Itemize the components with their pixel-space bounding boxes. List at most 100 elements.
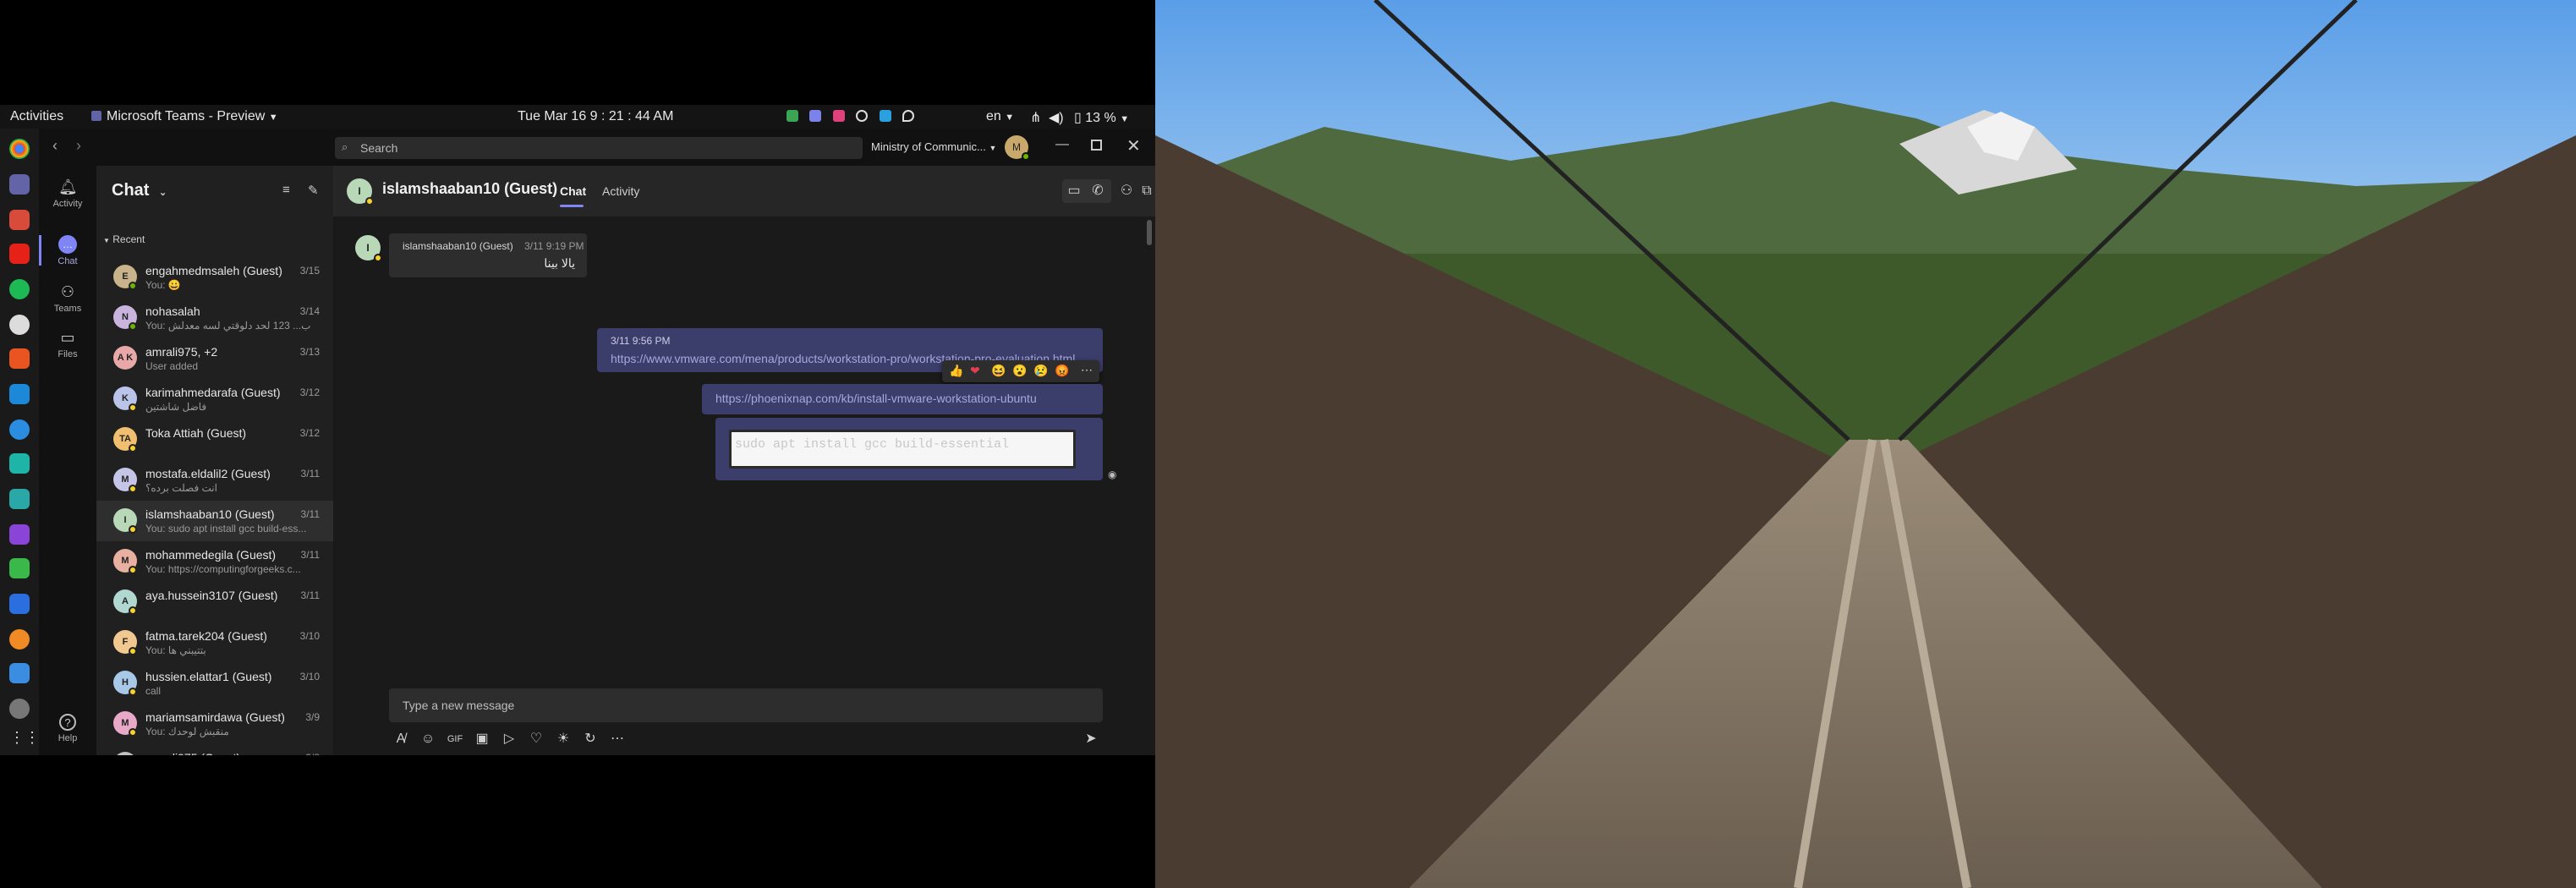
presence-dot <box>1022 152 1030 161</box>
outgoing-message-2[interactable]: https://phoenixnap.com/kb/install-vmware… <box>702 384 1103 414</box>
chat-list-item[interactable]: Kkarimahmedarafa (Guest) فاضل شاشتين 3/12 <box>96 379 333 419</box>
audio-call-icon[interactable]: ✆ <box>1086 179 1110 203</box>
slack-tray-icon[interactable] <box>832 110 845 122</box>
praise-icon[interactable]: ♡ <box>524 727 548 751</box>
format-icon[interactable]: A̸ <box>389 727 413 751</box>
chat-list-item[interactable]: Hhussien.elattar1 (Guest) call 3/10 <box>96 663 333 704</box>
chat-list-item[interactable]: Eengahmedmsaleh (Guest) You: 😀 3/15 <box>96 257 333 298</box>
activities-button[interactable]: Activities <box>10 109 63 124</box>
more-options-icon[interactable]: ⋯ <box>1081 363 1093 377</box>
spotify-icon[interactable] <box>9 279 30 299</box>
emoji-icon[interactable]: ☺ <box>416 727 440 751</box>
filter-icon[interactable]: ≡ <box>282 183 290 197</box>
search-input[interactable]: Search <box>360 141 397 155</box>
app-icon-grey[interactable] <box>9 699 30 719</box>
incoming-message[interactable]: islamshaaban10 (Guest) 3/11 9:19 PM يالا… <box>389 233 587 277</box>
chat-list-item[interactable]: Mmohammedegila (Guest) You: https://compu… <box>96 541 333 582</box>
steam-tray-icon[interactable] <box>902 110 915 122</box>
sticker-icon[interactable]: ▣ <box>470 727 494 751</box>
gif-icon[interactable]: GIF <box>443 727 467 751</box>
outgoing-code-message[interactable]: sudo apt install gcc build-essential <box>715 418 1103 480</box>
loop-icon[interactable]: ↻ <box>578 727 602 751</box>
chrome-icon[interactable] <box>9 139 30 159</box>
chevron-down-icon[interactable]: ⌄ <box>159 188 167 198</box>
app-icon-orange[interactable] <box>9 629 30 650</box>
more-actions-icon[interactable]: ⋯ <box>606 727 629 751</box>
chat-list-item[interactable]: Mmostafa.eldalil2 (Guest) انت فصلت برده؟ 3… <box>96 460 333 501</box>
rail-chat[interactable]: … Chat <box>39 235 96 266</box>
chat-list-item[interactable]: A K amrali975, +2 User added 3/13 <box>96 338 333 379</box>
app-menu[interactable]: Microsoft Teams - Preview ▼ <box>91 109 278 124</box>
shield-icon[interactable] <box>787 110 798 122</box>
maximize-icon[interactable] <box>1091 140 1102 151</box>
settings-tray-icon[interactable] <box>856 110 869 122</box>
chat-list-item[interactable]: Aaya.hussein3107 (Guest) 3/11 <box>96 582 333 622</box>
message-link[interactable]: https://phoenixnap.com/kb/install-vmware… <box>715 392 1037 405</box>
send-icon[interactable]: ➤ <box>1079 727 1103 751</box>
rail-help[interactable]: ? Help <box>39 714 96 743</box>
org-switcher[interactable]: Ministry of Communic... ▼ <box>871 140 996 153</box>
app-icon-purple[interactable] <box>9 524 30 545</box>
chat-date: 3/13 <box>299 346 320 358</box>
app-icon-screen[interactable] <box>9 663 30 683</box>
chat-list-item[interactable]: Nnohasalah You: ب... 123 لحد دلوقتي لسه م… <box>96 298 333 338</box>
clock[interactable]: Tue Mar 16 9 : 21 : 44 AM <box>518 109 673 124</box>
disk-icon[interactable] <box>9 315 30 335</box>
like-reaction-icon[interactable]: 👍 <box>949 364 963 378</box>
chat-header-title[interactable]: Chat <box>112 181 149 200</box>
conversation-avatar[interactable]: I <box>347 178 374 206</box>
avatar[interactable]: M <box>1005 135 1030 161</box>
sad-reaction-icon[interactable]: 😢 <box>1033 364 1048 378</box>
signal-icon[interactable] <box>9 419 30 440</box>
compose-input[interactable]: Type a new message <box>403 699 514 712</box>
new-chat-icon[interactable]: ✎ <box>308 183 319 198</box>
tab-chat[interactable]: Chat <box>560 184 586 198</box>
video-call-icon[interactable]: ▭ <box>1062 179 1086 203</box>
recent-section-header[interactable]: ▼ Recent <box>103 233 145 245</box>
heart-reaction-icon[interactable]: ❤ <box>970 364 980 378</box>
minimize-icon[interactable]: — <box>1055 137 1069 152</box>
idea-icon[interactable]: ☀ <box>551 727 575 751</box>
chat-list-item[interactable]: Mmariamsamirdawa (Guest) You: منقبش لوحدك… <box>96 704 333 744</box>
volume-icon[interactable]: ◀) <box>1049 109 1064 126</box>
network-icon[interactable]: ⋔ <box>1030 109 1041 126</box>
teams-dock-icon[interactable] <box>9 174 30 195</box>
vpn-tray-icon[interactable] <box>879 110 891 122</box>
laugh-reaction-icon[interactable]: 😆 <box>991 364 1006 378</box>
rail-files[interactable]: ▭ Files <box>39 328 96 359</box>
battery-indicator[interactable]: ▯ 13 % ▼ <box>1074 109 1129 126</box>
chat-list-item[interactable]: Iislamshaaban10 (Guest) You: sudo apt ins… <box>96 501 333 541</box>
files-dock-icon[interactable] <box>9 210 30 230</box>
chat-date: 3/12 <box>299 386 320 398</box>
search-box[interactable]: ⌕ Search <box>335 137 863 159</box>
compose-box[interactable]: Type a new message <box>389 688 1103 722</box>
chat-list-item[interactable]: Ffatma.tarek204 (Guest) You: بتتيبني ها 3/… <box>96 622 333 663</box>
rail-teams[interactable]: ⚇ Teams <box>39 282 96 314</box>
back-arrow-icon[interactable]: ‹ <box>52 137 58 155</box>
rail-activity[interactable]: 🔔︎ Activity <box>39 178 96 209</box>
youtube-icon[interactable] <box>9 244 30 264</box>
show-apps-icon[interactable]: ⋮⋮ <box>9 727 40 748</box>
scrollbar[interactable] <box>1147 220 1152 245</box>
incoming-message-avatar[interactable]: I <box>355 235 382 262</box>
surprised-reaction-icon[interactable]: 😮 <box>1012 364 1027 378</box>
angry-reaction-icon[interactable]: 😡 <box>1055 364 1069 378</box>
app-icon-cyan[interactable] <box>9 489 30 509</box>
chat-list-item[interactable]: TA Toka Attiah (Guest) 3/12 <box>96 419 333 460</box>
chat-name: aya.hussein3107 (Guest) <box>145 589 278 602</box>
popout-icon[interactable]: ⧉ <box>1135 179 1155 203</box>
presence-dot <box>129 606 137 615</box>
app-icon-blue[interactable] <box>9 594 30 614</box>
close-icon[interactable]: ✕ <box>1126 135 1141 156</box>
app-icon-teal[interactable] <box>9 453 30 474</box>
app-icon-green[interactable] <box>9 558 30 578</box>
chat-name: islamshaaban10 (Guest) <box>145 507 275 521</box>
software-center-icon[interactable] <box>9 348 30 369</box>
vscode-icon[interactable] <box>9 384 30 404</box>
chat-list-item[interactable]: Aamrali975 (Guest) 3/8 <box>96 744 333 755</box>
meet-now-icon[interactable]: ▷ <box>497 727 521 751</box>
teams-tray-icon[interactable] <box>809 110 822 122</box>
language-selector[interactable]: en ▼ <box>986 109 1014 124</box>
forward-arrow-icon[interactable]: › <box>76 137 81 155</box>
tab-activity[interactable]: Activity <box>602 184 639 198</box>
